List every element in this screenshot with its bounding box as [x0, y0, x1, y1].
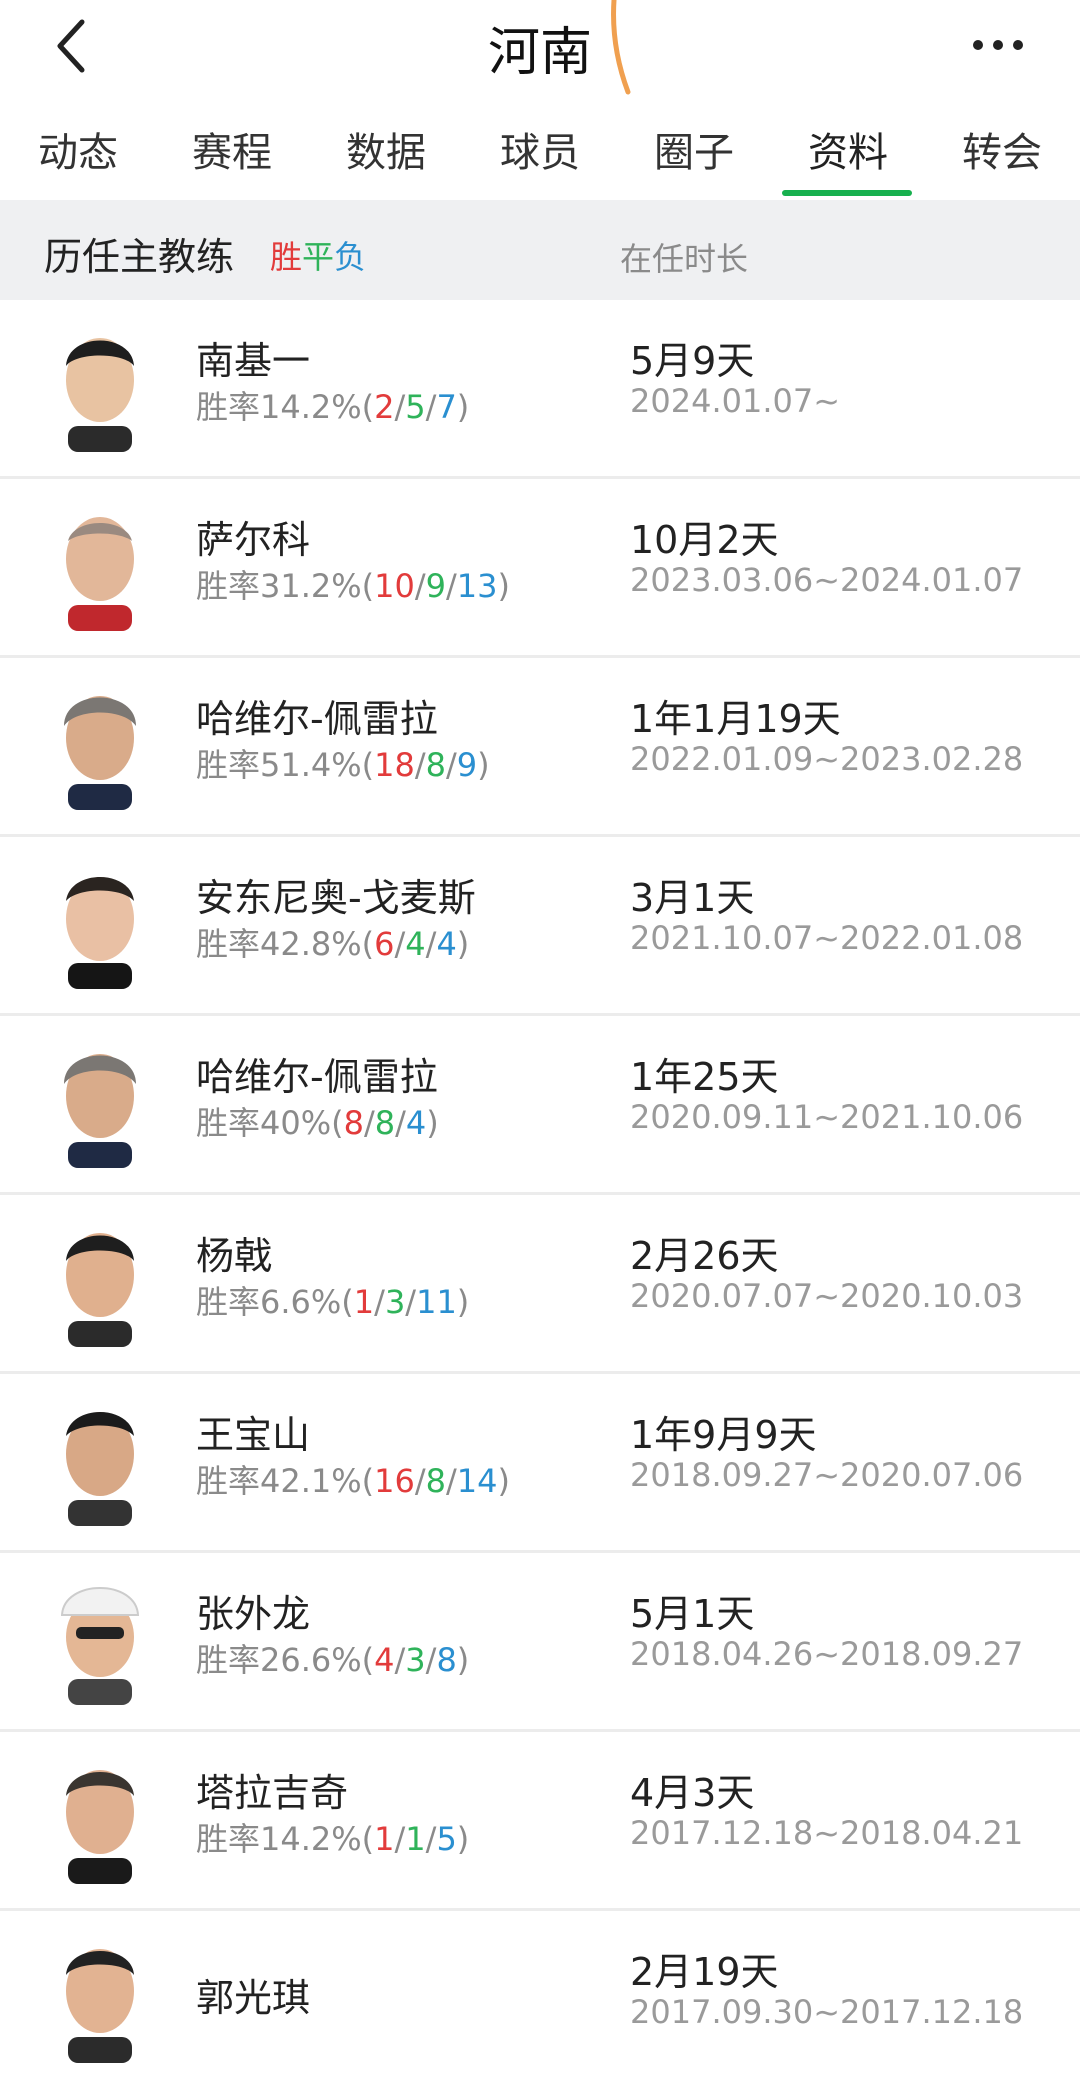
coach-dates: 2018.09.27~2020.07.06: [630, 1456, 1024, 1494]
coach-row[interactable]: 安东尼奥-戈麦斯 胜率42.8%(6/4/4) 3月1天 2021.10.07~…: [0, 837, 1080, 1016]
coach-dates: 2017.12.18~2018.04.21: [630, 1814, 1024, 1852]
coach-dates: 2017.09.30~2017.12.18: [630, 1993, 1024, 2031]
coach-row[interactable]: 郭光琪 2月19天 2017.09.30~2017.12.18: [0, 1911, 1080, 2087]
coach-dates: 2020.07.07~2020.10.03: [630, 1277, 1024, 1315]
coach-row[interactable]: 张外龙 胜率26.6%(4/3/8) 5月1天 2018.04.26~2018.…: [0, 1553, 1080, 1732]
coach-name: 张外龙: [196, 1592, 311, 1636]
coach-tenure: 2月26天: [630, 1234, 779, 1278]
coach-avatar-icon: [66, 1949, 134, 2063]
coach-row[interactable]: 哈维尔-佩雷拉 胜率40%(8/8/4) 1年25天 2020.09.11~20…: [0, 1016, 1080, 1195]
coach-winrate: 胜率26.6%(4/3/8): [196, 1641, 470, 1679]
coach-winrate: 胜率6.6%(1/3/11): [196, 1283, 470, 1321]
coach-row[interactable]: 杨戟 胜率6.6%(1/3/11) 2月26天 2020.07.07~2020.…: [0, 1195, 1080, 1374]
coach-tenure: 1年9月9天: [630, 1413, 817, 1457]
tab-profile[interactable]: 资料: [778, 120, 918, 178]
coach-winrate: 胜率31.2%(10/9/13): [196, 567, 510, 605]
coach-avatar-icon: [66, 877, 134, 989]
coach-winrate: 胜率51.4%(18/8/9): [196, 746, 490, 784]
coach-avatar-icon: [66, 1412, 134, 1526]
coach-tenure: 1年1月19天: [630, 697, 841, 741]
tab-schedule[interactable]: 赛程: [162, 120, 302, 178]
coach-row[interactable]: 南基一 胜率14.2%(2/5/7) 5月9天 2024.01.07~: [0, 300, 1080, 479]
coach-name: 郭光琪: [196, 1976, 311, 2020]
coach-name: 南基一: [196, 339, 311, 383]
coach-avatar-icon: [66, 1233, 134, 1347]
legend-win: 胜: [270, 238, 303, 276]
coach-name: 安东尼奥-戈麦斯: [196, 876, 476, 920]
coach-dates: 2020.09.11~2021.10.06: [630, 1098, 1024, 1136]
coach-winrate: 胜率14.2%(1/1/5): [196, 1820, 470, 1858]
coach-name: 塔拉吉奇: [196, 1771, 349, 1815]
result-legend: 胜平负: [270, 232, 366, 278]
coach-tenure: 5月9天: [630, 339, 755, 383]
coach-row[interactable]: 塔拉吉奇 胜率14.2%(1/1/5) 4月3天 2017.12.18~2018…: [0, 1732, 1080, 1911]
coach-tenure: 4月3天: [630, 1771, 755, 1815]
tab-bar: 动态 赛程 数据 球员 圈子 资料 转会: [0, 100, 1080, 200]
coach-name: 杨戟: [196, 1234, 273, 1278]
section-title: 历任主教练: [44, 235, 235, 279]
tab-transfer[interactable]: 转会: [932, 120, 1072, 178]
page-title: 河南: [487, 23, 592, 83]
coach-tenure: 2月19天: [630, 1950, 779, 1994]
pen-mark: [611, 0, 631, 95]
coach-row[interactable]: 王宝山 胜率42.1%(16/8/14) 1年9月9天 2018.09.27~2…: [0, 1374, 1080, 1553]
coach-name: 王宝山: [196, 1413, 311, 1457]
coach-avatar-icon: [64, 696, 136, 810]
coach-avatar-icon: [66, 1770, 134, 1884]
tab-players[interactable]: 球员: [470, 120, 610, 178]
tab-circle[interactable]: 圈子: [624, 120, 764, 178]
coach-avatar-icon: [60, 1587, 140, 1705]
coach-dates: 2018.04.26~2018.09.27: [630, 1635, 1024, 1673]
coach-row[interactable]: 哈维尔-佩雷拉 胜率51.4%(18/8/9) 1年1月19天 2022.01.…: [0, 658, 1080, 837]
section-header: 历任主教练 胜平负 在任时长: [0, 200, 1080, 300]
coach-avatar-icon: [66, 338, 134, 452]
coach-winrate: 胜率14.2%(2/5/7): [196, 388, 470, 426]
active-tab-indicator: [782, 190, 912, 196]
coach-dates: 2024.01.07~: [630, 382, 841, 420]
coach-avatar-icon: [66, 517, 134, 631]
coach-winrate: 胜率42.1%(16/8/14): [196, 1462, 510, 1500]
coach-tenure: 5月1天: [630, 1592, 755, 1636]
coach-dates: 2021.10.07~2022.01.08: [630, 919, 1024, 957]
coach-winrate: 胜率40%(8/8/4): [196, 1104, 439, 1142]
coach-row[interactable]: 萨尔科 胜率31.2%(10/9/13) 10月2天 2023.03.06~20…: [0, 479, 1080, 658]
coach-tenure: 10月2天: [630, 518, 779, 562]
coach-name: 萨尔科: [196, 518, 311, 562]
legend-draw: 平: [302, 238, 335, 276]
tab-news[interactable]: 动态: [8, 120, 148, 178]
coach-winrate: 胜率42.8%(6/4/4): [196, 925, 470, 963]
top-bar: 河南: [0, 0, 1080, 100]
tenure-column-label: 在任时长: [620, 240, 749, 278]
coach-tenure: 1年25天: [630, 1055, 779, 1099]
coach-tenure: 3月1天: [630, 876, 755, 920]
more-dots-icon[interactable]: [968, 20, 1028, 70]
coach-name: 哈维尔-佩雷拉: [196, 1055, 438, 1099]
coach-dates: 2023.03.06~2024.01.07: [630, 561, 1024, 599]
coach-avatar-icon: [64, 1054, 136, 1168]
coach-name: 哈维尔-佩雷拉: [196, 697, 438, 741]
tab-stats[interactable]: 数据: [316, 120, 456, 178]
legend-loss: 负: [334, 238, 367, 276]
coach-dates: 2022.01.09~2023.02.28: [630, 740, 1024, 778]
